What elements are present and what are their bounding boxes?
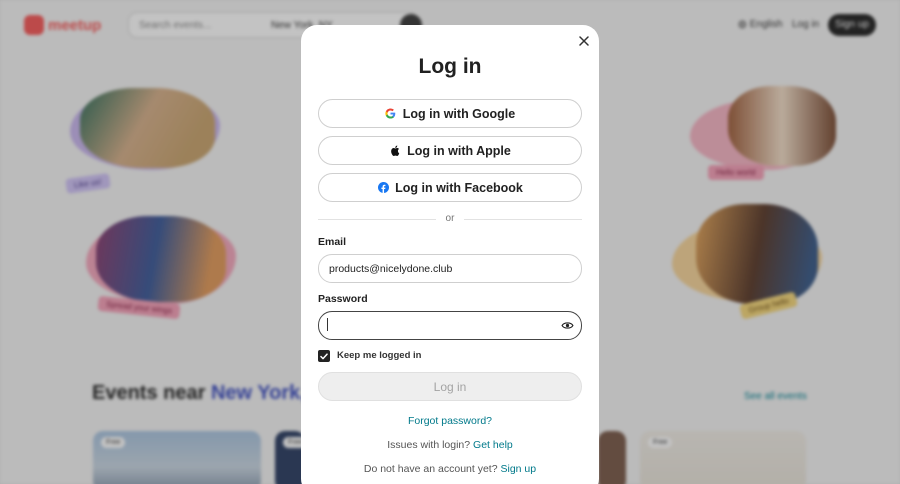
text-caret (327, 318, 328, 331)
google-icon (385, 108, 397, 120)
close-icon (579, 36, 589, 46)
login-with-facebook-button[interactable]: Log in with Facebook (318, 173, 582, 202)
login-with-apple-button[interactable]: Log in with Apple (318, 136, 582, 165)
login-submit-button[interactable]: Log in (318, 372, 582, 401)
facebook-icon (377, 182, 389, 194)
facebook-button-label: Log in with Facebook (395, 180, 523, 195)
password-label: Password (318, 293, 368, 305)
issues-text: Issues with login? (387, 439, 471, 451)
signup-row: Do not have an account yet? Sign up (301, 463, 599, 475)
email-field[interactable] (318, 254, 582, 283)
get-help-link[interactable]: Get help (473, 439, 513, 451)
close-modal-button[interactable] (576, 33, 592, 49)
checkmark-icon (320, 352, 328, 359)
eye-icon (560, 321, 574, 329)
password-field[interactable] (318, 311, 582, 340)
apple-button-label: Log in with Apple (407, 143, 511, 158)
forgot-password-link[interactable]: Forgot password? (408, 415, 492, 427)
issues-row: Issues with login? Get help (301, 439, 599, 451)
divider-or-text: or (445, 213, 455, 224)
email-label: Email (318, 236, 347, 248)
forgot-password-row: Forgot password? (301, 415, 599, 427)
google-button-label: Log in with Google (402, 106, 516, 121)
no-account-text: Do not have an account yet? (363, 463, 498, 475)
apple-icon (389, 145, 401, 157)
modal-title: Log in (418, 55, 482, 78)
divider-left (318, 219, 436, 220)
show-password-button[interactable] (560, 319, 574, 331)
keep-logged-in-checkbox[interactable] (318, 350, 330, 362)
login-with-google-button[interactable]: Log in with Google (318, 99, 582, 128)
divider-right (464, 219, 582, 220)
keep-logged-in-label[interactable]: Keep me logged in (337, 350, 421, 361)
signup-link[interactable]: Sign up (500, 463, 536, 475)
